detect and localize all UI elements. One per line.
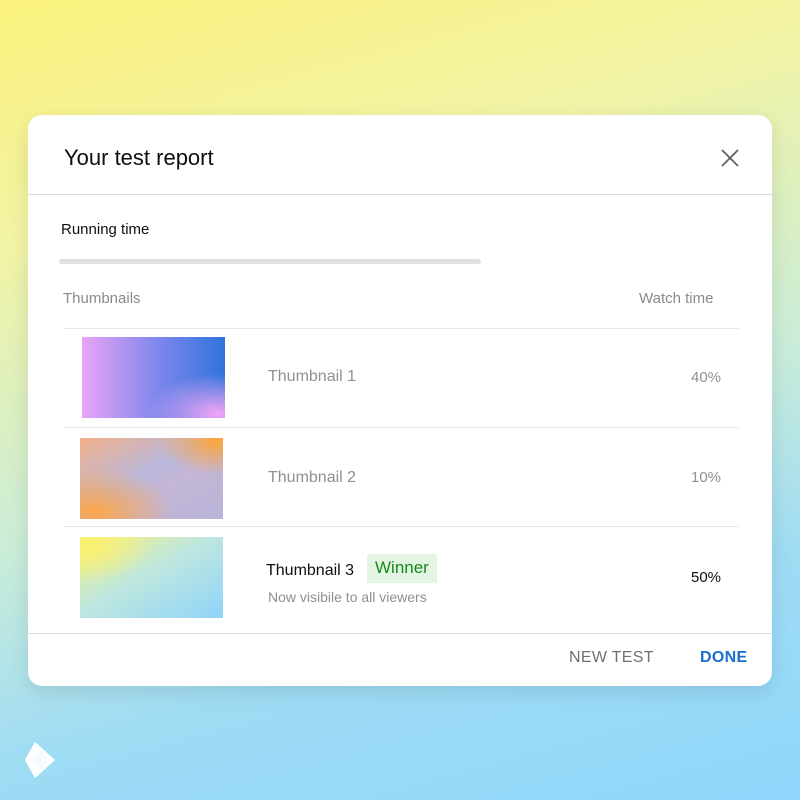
thumbnail-2-image [80, 438, 223, 519]
table-row-thumbnail-1: Thumbnail 1 40% [65, 328, 739, 427]
winner-badge: Winner [367, 554, 437, 583]
thumbnail-1-image [82, 337, 225, 418]
running-time-progress [59, 259, 481, 264]
thumbnails-column-header: Thumbnails [63, 290, 141, 307]
thumbnail-2-label: Thumbnail 2 [268, 469, 357, 486]
close-button[interactable] [716, 144, 744, 172]
dialog-title: Your test report [64, 145, 214, 170]
thumbnail-1-label: Thumbnail 1 [268, 368, 357, 385]
dialog-header: Your test report [28, 115, 772, 195]
running-time-label: Running time [61, 221, 150, 238]
table-row-thumbnail-3: Thumbnail 3 Winner Now visibile to all v… [65, 526, 739, 625]
test-report-dialog: Your test report Running time Thumbnails… [28, 115, 772, 686]
done-button[interactable]: DONE [700, 649, 747, 667]
dialog-footer: NEW TEST DONE [28, 633, 772, 686]
thumbnail-results-table: Thumbnail 1 40% Thumbnail 2 10% Thumbnai… [65, 328, 739, 625]
winner-visibility-note: Now visibile to all viewers [268, 589, 427, 605]
table-row-thumbnail-2: Thumbnail 2 10% [65, 427, 739, 526]
close-icon [721, 149, 739, 167]
running-time-progress-fill [59, 259, 481, 264]
brand-logo-icon [25, 742, 55, 778]
thumbnail-3-image [80, 537, 223, 618]
watch-time-column-header: Watch time [639, 290, 714, 307]
thumbnail-3-watch-time: 50% [691, 569, 722, 586]
new-test-button[interactable]: NEW TEST [569, 649, 654, 667]
thumbnail-2-watch-time: 10% [691, 469, 722, 486]
thumbnail-1-watch-time: 40% [691, 369, 722, 386]
thumbnail-3-label: Thumbnail 3 [266, 562, 355, 579]
